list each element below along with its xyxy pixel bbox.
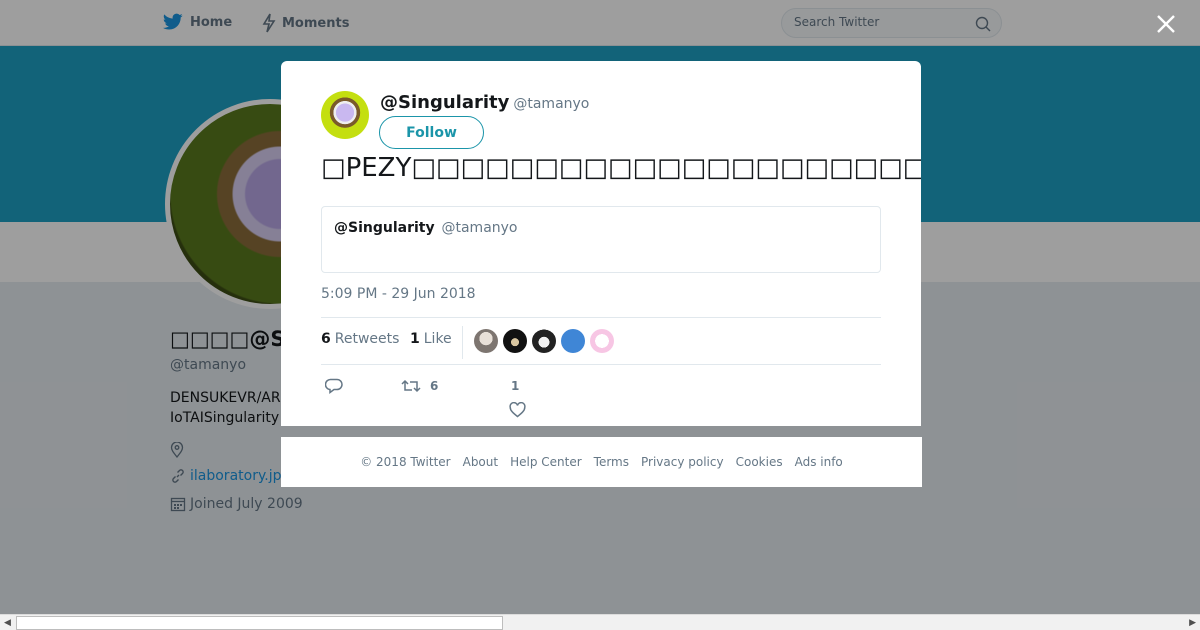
retweet-stat[interactable]: 6 Retweets [321,331,399,347]
engager-avatar[interactable] [474,329,498,353]
engager-avatar[interactable] [532,329,556,353]
scroll-right-arrow-icon[interactable]: ▶ [1189,618,1196,628]
follow-button[interactable]: Follow [379,116,484,149]
tweet-actions: 6 1 [321,376,881,421]
reply-icon [325,378,343,394]
scroll-left-arrow-icon[interactable]: ◀ [4,618,11,628]
footer-link-terms[interactable]: Terms [594,455,629,469]
tweet-stats: 6 Retweets 1 Like [321,317,881,365]
quoted-tweet[interactable]: @Singularity @tamanyo [321,206,881,273]
quoted-tweet-author: @Singularity @tamanyo [334,220,518,236]
like-label: Like [423,331,452,347]
retweet-action-count: 6 [430,379,439,393]
reply-button[interactable] [325,378,343,394]
like-stat[interactable]: 1 Like [410,331,452,347]
engager-avatar[interactable] [561,329,585,353]
footer-link-privacy-policy[interactable]: Privacy policy [641,455,724,469]
tweet-author-avatar[interactable] [321,91,369,139]
tweet-author-handle: @tamanyo [513,96,590,112]
quoted-tweet-handle: @tamanyo [441,220,518,236]
retweet-button[interactable]: 6 [401,378,438,394]
horizontal-scrollbar[interactable]: ◀ ▶ [0,614,1200,630]
like-action-count: 1 [511,379,520,393]
scrollbar-thumb[interactable] [16,616,503,630]
tweet-author-name: @Singularity [380,92,510,113]
stats-divider [462,326,463,359]
footer-link-about[interactable]: About [463,455,498,469]
quoted-tweet-name: @Singularity [334,220,435,236]
tweet-modal: @Singularity @tamanyo Follow □PEZY□□□□□□□… [281,61,921,426]
engager-avatar[interactable] [590,329,614,353]
tweet-timestamp[interactable]: 5:09 PM - 29 Jun 2018 [321,286,476,302]
retweet-icon [401,379,421,393]
retweet-label: Retweets [334,331,400,347]
modal-footer: © 2018 Twitter About Help Center Terms P… [281,437,922,487]
close-icon[interactable] [1154,12,1178,36]
retweet-count: 6 [321,331,331,347]
footer-copyright: © 2018 Twitter [360,455,451,469]
footer-link-cookies[interactable]: Cookies [736,455,783,469]
engager-avatars [474,329,619,353]
footer-link-help-center[interactable]: Help Center [510,455,582,469]
like-count: 1 [410,331,420,347]
engager-avatar[interactable] [503,329,527,353]
tweet-text: □PEZY□□□□□□□□□□□□□□□□□□□□□□□□□□□□□□□□□□□… [321,153,921,183]
tweet-author[interactable]: @Singularity @tamanyo [380,92,589,113]
heart-icon[interactable] [509,402,526,418]
footer-link-ads-info[interactable]: Ads info [795,455,843,469]
